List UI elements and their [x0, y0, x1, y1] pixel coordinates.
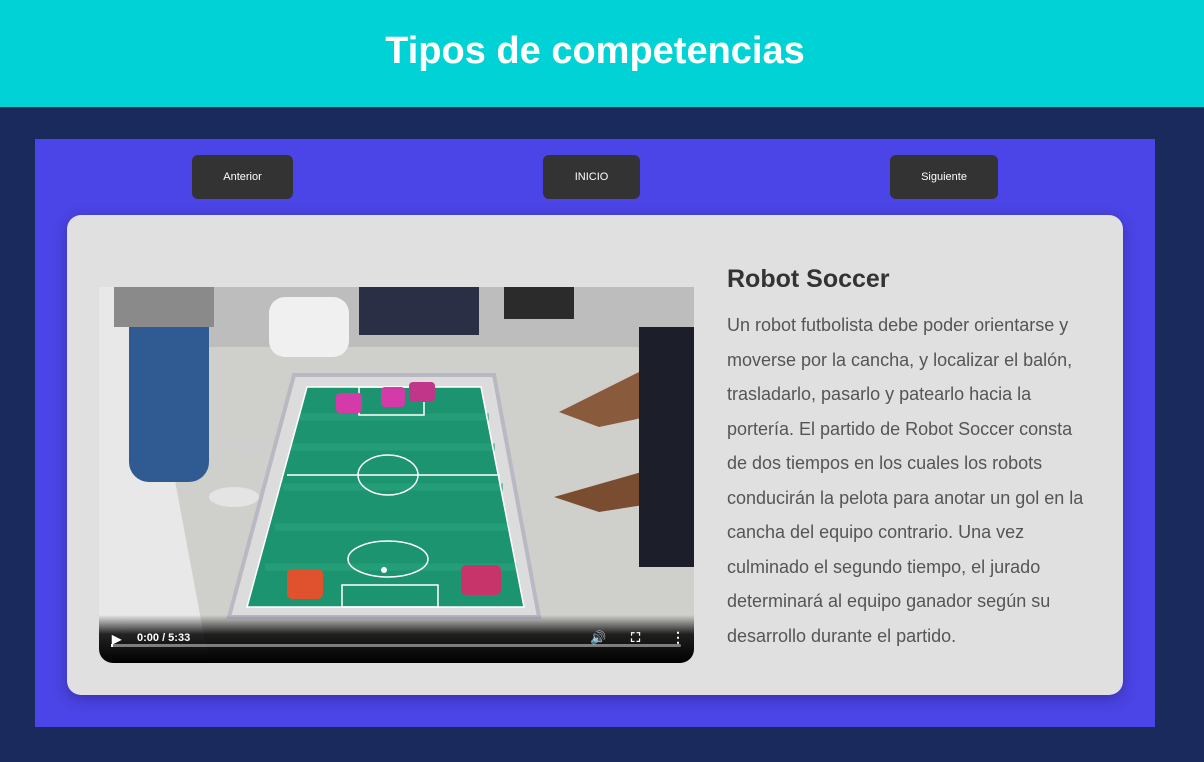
competition-card: ▶ 0:00 / 5:33 🔊 ⛶ ⋮ Robot Soccer Un robo…	[67, 215, 1123, 695]
home-button[interactable]: INICIO	[543, 155, 640, 199]
video-player[interactable]: ▶ 0:00 / 5:33 🔊 ⛶ ⋮	[99, 287, 694, 663]
video-progress-bar[interactable]	[111, 644, 681, 647]
competition-description: Un robot futbolista debe poder orientars…	[727, 315, 1084, 646]
previous-button[interactable]: Anterior	[192, 155, 293, 199]
video-time: 0:00 / 5:33	[137, 632, 191, 644]
competition-info: Robot Soccer Un robot futbolista debe po…	[727, 265, 1097, 653]
video-frame	[99, 287, 694, 663]
next-button[interactable]: Siguiente	[890, 155, 998, 199]
video-progress-fill	[111, 644, 113, 647]
content-panel: Anterior INICIO Siguiente ▶ 0:00 / 5:33 …	[35, 139, 1155, 727]
competition-title: Robot Soccer	[727, 265, 890, 293]
page-header: Tipos de competencias	[0, 0, 1204, 107]
video-controls: ▶ 0:00 / 5:33 🔊 ⛶ ⋮	[99, 615, 694, 663]
page-title: Tipos de competencias	[385, 30, 805, 72]
